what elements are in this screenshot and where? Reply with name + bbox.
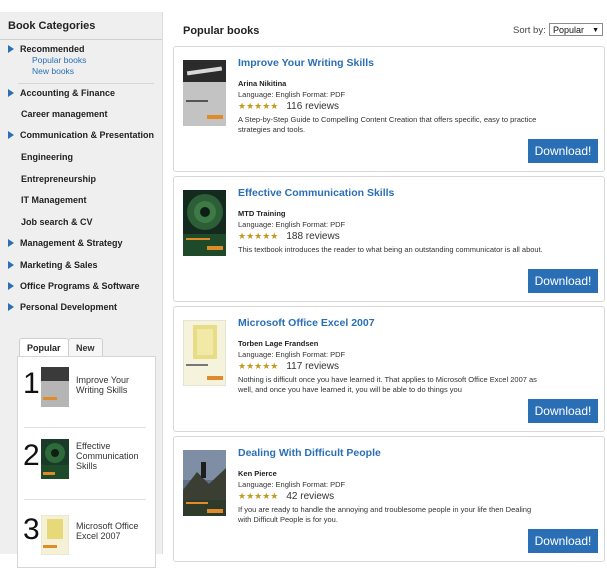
- sidebar-item-label: Recommended: [20, 44, 85, 54]
- book-description: Nothing is difficult once you have learn…: [238, 375, 537, 394]
- sidebar-item-label: Personal Development: [20, 302, 118, 312]
- sidebar-item-label: Job search & CV: [21, 217, 93, 227]
- sidebar-item-label: Career management: [21, 109, 108, 119]
- book-author: MTD Training: [238, 209, 286, 218]
- book-cover-image[interactable]: [183, 190, 226, 256]
- book-card: Dealing With Difficult People Ken Pierce…: [173, 436, 605, 562]
- sidebar-title: Book Categories: [8, 20, 96, 32]
- rank-number: 2: [23, 439, 40, 472]
- sidebar-item-communication-presentation[interactable]: Communication & Presentation: [8, 130, 154, 140]
- sidebar-item-job-search-cv[interactable]: Job search & CV: [21, 217, 93, 227]
- book-rating: ★★★★★ 188 reviews: [238, 231, 340, 242]
- review-count[interactable]: 188 reviews: [286, 231, 339, 242]
- divider: [18, 83, 154, 84]
- rank-number: 3: [23, 513, 40, 546]
- sidebar-item-it-management[interactable]: IT Management: [21, 195, 87, 205]
- book-description: This textbook introduces the reader to w…: [238, 245, 543, 254]
- sidebar-item-label: Accounting & Finance: [20, 88, 116, 98]
- sort-select[interactable]: Popular ▼: [549, 23, 603, 36]
- sidebar-item-personal-development[interactable]: Personal Development: [8, 302, 117, 312]
- book-card: Improve Your Writing Skills Arina Nikiti…: [173, 46, 605, 172]
- triangle-right-icon: [8, 89, 14, 97]
- sidebar-link-popular-books[interactable]: Popular books: [32, 55, 86, 65]
- book-title[interactable]: Microsoft Office Excel 2007: [238, 317, 375, 329]
- sidebar-item-label: Office Programs & Software: [20, 281, 140, 291]
- book-card: Microsoft Office Excel 2007 Torben Lage …: [173, 306, 605, 432]
- star-icon: ★★★★★: [238, 361, 279, 371]
- review-count[interactable]: 116 reviews: [286, 101, 339, 112]
- book-rating: ★★★★★ 117 reviews: [238, 361, 339, 372]
- popular-book-title[interactable]: Microsoft Office Excel 2007: [76, 521, 151, 541]
- book-description: A Step-by-Step Guide to Compelling Conte…: [238, 115, 537, 134]
- sidebar-link-new-books[interactable]: New books: [32, 66, 74, 76]
- book-cover-thumbnail[interactable]: [41, 367, 69, 407]
- sidebar-item-recommended[interactable]: Recommended: [8, 44, 85, 54]
- review-count[interactable]: 42 reviews: [286, 491, 334, 502]
- rank-number: 1: [23, 367, 40, 400]
- star-icon: ★★★★★: [238, 491, 279, 501]
- star-icon: ★★★★★: [238, 101, 279, 111]
- sort-label: Sort by:: [513, 25, 546, 36]
- download-button[interactable]: Download!: [528, 269, 598, 293]
- book-author: Torben Lage Frandsen: [238, 339, 319, 348]
- book-cover-image[interactable]: [183, 450, 226, 516]
- download-button[interactable]: Download!: [528, 529, 598, 553]
- book-author: Ken Pierce: [238, 469, 277, 478]
- download-button[interactable]: Download!: [528, 139, 598, 163]
- sidebar-item-label: Communication & Presentation: [20, 130, 155, 140]
- sidebar-item-label: Entrepreneurship: [21, 174, 97, 184]
- popular-books-panel: 1 Improve Your Writing Skills 2 Effectiv…: [17, 356, 156, 568]
- sidebar-item-office-programs-software[interactable]: Office Programs & Software: [8, 281, 140, 291]
- triangle-right-icon: [8, 45, 14, 53]
- triangle-right-icon: [8, 239, 14, 247]
- triangle-right-icon: [8, 303, 14, 311]
- book-title[interactable]: Effective Communication Skills: [238, 187, 394, 199]
- sort-value: Popular: [553, 25, 585, 35]
- book-title[interactable]: Dealing With Difficult People: [238, 447, 381, 459]
- sidebar-item-career-management[interactable]: Career management: [21, 109, 108, 119]
- triangle-right-icon: [8, 282, 14, 290]
- sidebar-item-accounting-finance[interactable]: Accounting & Finance: [8, 88, 115, 98]
- page-title: Popular books: [183, 25, 260, 37]
- book-cover-image[interactable]: [183, 320, 226, 386]
- top-spacer: [0, 0, 607, 12]
- tab-new[interactable]: New: [68, 338, 103, 357]
- book-card: Effective Communication Skills MTD Train…: [173, 176, 605, 302]
- book-meta: Language: English Format: PDF: [238, 220, 346, 229]
- book-cover-thumbnail[interactable]: [41, 439, 69, 479]
- triangle-right-icon: [8, 131, 14, 139]
- book-description: If you are ready to handle the annoying …: [238, 505, 532, 524]
- chevron-down-icon: ▼: [592, 27, 599, 34]
- popular-book-title[interactable]: Effective Communication Skills: [76, 441, 151, 471]
- book-cover-image[interactable]: [183, 60, 226, 126]
- popular-book-title[interactable]: Improve Your Writing Skills: [76, 375, 151, 395]
- sidebar-item-marketing-sales[interactable]: Marketing & Sales: [8, 260, 98, 270]
- book-meta: Language: English Format: PDF: [238, 350, 346, 359]
- divider: [24, 499, 146, 500]
- sidebar-item-management-strategy[interactable]: Management & Strategy: [8, 238, 123, 248]
- sidebar-item-label: Management & Strategy: [20, 238, 123, 248]
- divider: [24, 427, 146, 428]
- sidebar-item-engineering[interactable]: Engineering: [21, 152, 73, 162]
- triangle-right-icon: [8, 261, 14, 269]
- tab-popular[interactable]: Popular: [19, 338, 69, 357]
- star-icon: ★★★★★: [238, 231, 279, 241]
- download-button[interactable]: Download!: [528, 399, 598, 423]
- book-title[interactable]: Improve Your Writing Skills: [238, 57, 374, 69]
- sidebar-item-label: Engineering: [21, 152, 74, 162]
- sidebar-item-label: IT Management: [21, 195, 87, 205]
- book-rating: ★★★★★ 42 reviews: [238, 491, 334, 502]
- sidebar-item-entrepreneurship[interactable]: Entrepreneurship: [21, 174, 96, 184]
- book-meta: Language: English Format: PDF: [238, 480, 346, 489]
- book-author: Arina Nikitina: [238, 79, 287, 88]
- sidebar: Book Categories Recommended Popular book…: [0, 12, 163, 568]
- sidebar-divider: [0, 39, 162, 40]
- book-cover-thumbnail[interactable]: [41, 515, 69, 555]
- sidebar-item-label: Marketing & Sales: [20, 260, 98, 270]
- book-rating: ★★★★★ 116 reviews: [238, 101, 339, 112]
- book-meta: Language: English Format: PDF: [238, 90, 346, 99]
- review-count[interactable]: 117 reviews: [286, 361, 339, 372]
